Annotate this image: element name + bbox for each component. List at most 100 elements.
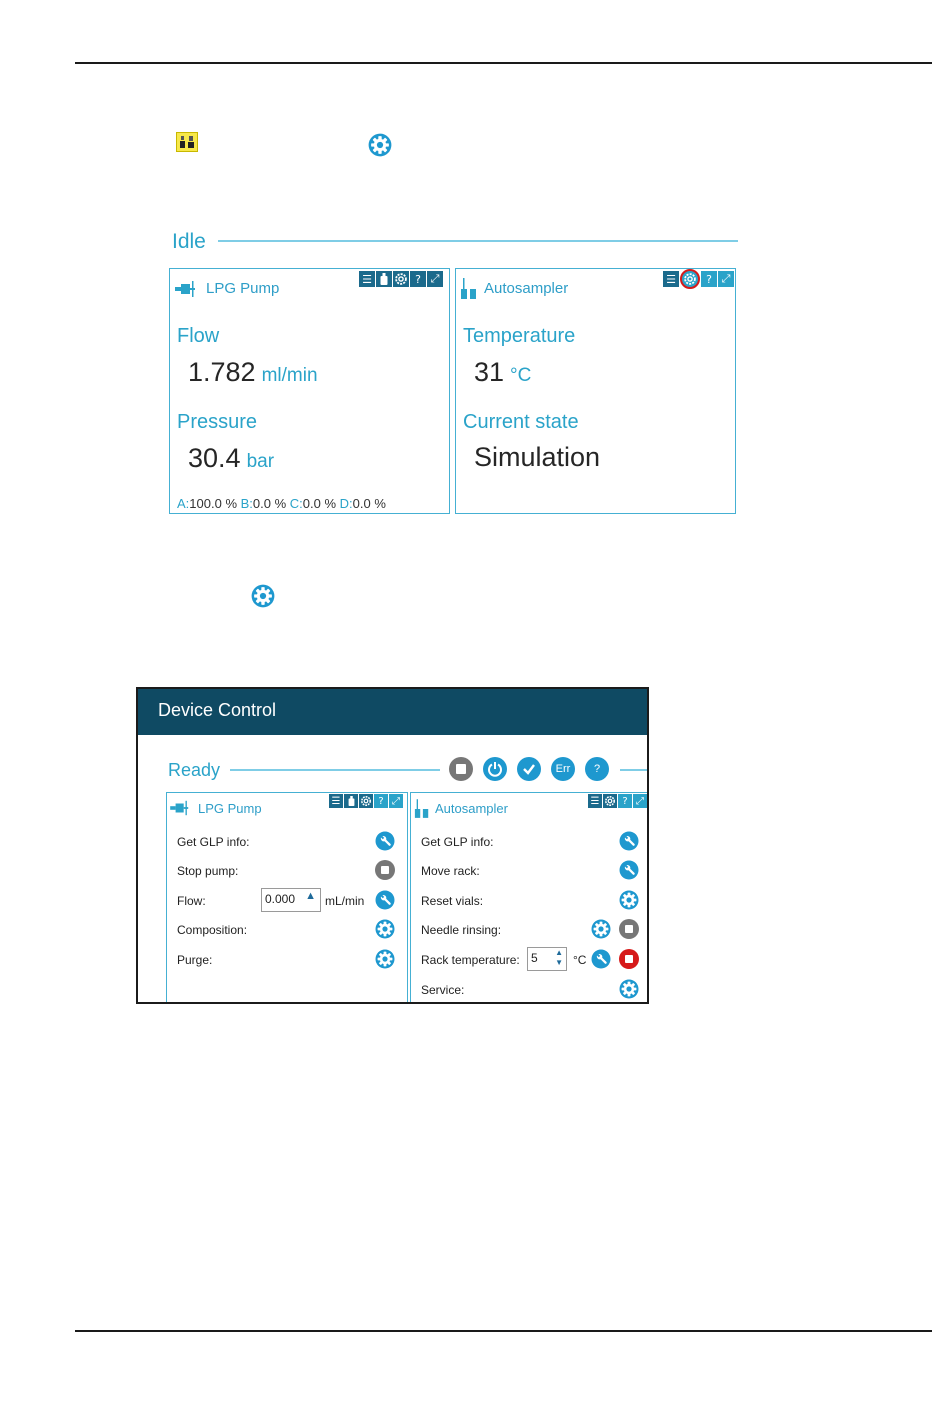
rack-temperature-set-button[interactable] <box>591 949 611 969</box>
composition-readout: A:100.0 % B:0.0 % C:0.0 % D:0.0 % <box>177 496 386 511</box>
dc-pump-title: LPG Pump <box>198 801 262 816</box>
comp-b-label: B: <box>240 496 253 511</box>
temperature-unit: °C <box>510 365 532 386</box>
dc-autosampler-toolbar: ☰ ? ⤢ <box>588 794 647 808</box>
pressure-value: 30.4 <box>188 443 241 473</box>
comp-d-value: 0.0 % <box>352 496 386 511</box>
reset-vials-gear-button[interactable] <box>619 890 639 910</box>
gear-icon[interactable] <box>393 271 409 287</box>
status-line <box>218 240 738 242</box>
flow-label: Flow <box>177 325 220 347</box>
pressure-readout: 30.4 bar <box>188 443 274 474</box>
autosampler-icon <box>414 799 430 823</box>
dc-pump-panel: LPG Pump ☰ ? ⤢ Get GLP info: Stop pump: … <box>166 792 408 1002</box>
pump-title: LPG Pump <box>206 280 280 297</box>
comp-a-label: A: <box>177 496 190 511</box>
top-rule <box>75 62 932 64</box>
chevron-up-icon[interactable]: ▲ <box>305 890 316 902</box>
menu-icon[interactable]: ☰ <box>663 271 679 287</box>
stop-pump-button[interactable] <box>375 860 395 880</box>
comp-a-value: 100.0 % <box>189 496 237 511</box>
expand-icon[interactable]: ⤢ <box>633 794 647 808</box>
menu-icon[interactable]: ☰ <box>329 794 343 808</box>
device-control-window: Device Control Ready Err ? LPG Pump ☰ ? … <box>136 687 649 1004</box>
check-button[interactable] <box>517 757 541 781</box>
error-button[interactable]: Err <box>551 757 575 781</box>
gear-icon[interactable] <box>680 269 700 289</box>
window-header: Device Control <box>138 689 647 735</box>
flow-unit-label: mL/min <box>325 894 365 908</box>
config-icon <box>176 132 198 152</box>
help-icon[interactable]: ? <box>701 271 717 287</box>
dc-pump-toolbar: ☰ ? ⤢ <box>329 794 403 808</box>
pressure-label: Pressure <box>177 411 258 433</box>
bottom-rule <box>75 1330 932 1332</box>
service-gear-button[interactable] <box>619 979 639 999</box>
needle-rinsing-stop-button[interactable] <box>619 919 639 939</box>
purge-gear-button[interactable] <box>375 949 395 969</box>
gear-icon <box>368 133 392 157</box>
pump-glp-label: Get GLP info: <box>177 835 250 849</box>
rack-temperature-label: Rack temperature: <box>421 953 520 967</box>
flow-input-value: 0.000 <box>265 892 296 906</box>
expand-icon[interactable]: ⤢ <box>389 794 403 808</box>
pump-tile[interactable]: LPG Pump ☰ ? ⤢ Flow 1.782 ml/min Pressure… <box>169 268 450 514</box>
pump-stop-label: Stop pump: <box>177 864 239 878</box>
rack-temperature-value: 5 <box>531 951 538 965</box>
help-icon[interactable]: ? <box>618 794 632 808</box>
state-value: Simulation <box>474 442 601 472</box>
rack-temperature-input[interactable]: 5 ▲ ▼ <box>527 947 567 971</box>
autosampler-toolbar: ☰ ? ⤢ <box>663 269 734 289</box>
help-button[interactable]: ? <box>585 757 609 781</box>
temperature-value: 31 <box>474 357 505 387</box>
pump-icon <box>175 279 199 303</box>
state-label: Current state <box>463 411 579 433</box>
composition-gear-button[interactable] <box>375 919 395 939</box>
spinner-icon[interactable]: ▲ ▼ <box>555 948 563 968</box>
power-button[interactable] <box>483 757 507 781</box>
stop-all-button[interactable] <box>449 757 473 781</box>
gear-icon[interactable] <box>359 794 373 808</box>
pump-composition-label: Composition: <box>177 923 248 937</box>
comp-c-label: C: <box>289 496 303 511</box>
pump-toolbar: ☰ ? ⤢ <box>359 271 443 287</box>
needle-rinsing-label: Needle rinsing: <box>421 923 502 937</box>
needle-rinsing-gear-button[interactable] <box>591 919 611 939</box>
comp-c-value: 0.0 % <box>302 496 337 511</box>
ready-status: Ready <box>168 760 221 780</box>
bottle-icon[interactable] <box>376 271 392 287</box>
reset-vials-label: Reset vials: <box>421 894 484 908</box>
temperature-readout: 31 °C <box>474 357 531 388</box>
gear-icon[interactable] <box>603 794 617 808</box>
bottle-icon[interactable] <box>344 794 358 808</box>
expand-icon[interactable]: ⤢ <box>718 271 734 287</box>
help-icon[interactable]: ? <box>374 794 388 808</box>
move-rack-label: Move rack: <box>421 864 480 878</box>
expand-icon[interactable]: ⤢ <box>427 271 443 287</box>
service-label: Service: <box>421 983 465 997</box>
flow-input[interactable]: 0.000 ▲ <box>261 888 321 912</box>
glp-info-button[interactable] <box>375 831 395 851</box>
idle-status: Idle <box>172 230 206 253</box>
help-icon[interactable]: ? <box>410 271 426 287</box>
flow-unit: ml/min <box>261 365 318 386</box>
dc-autosampler-title: Autosampler <box>435 801 508 816</box>
gear-icon <box>251 584 275 608</box>
move-rack-button[interactable] <box>619 860 639 880</box>
temperature-label: Temperature <box>463 325 576 347</box>
menu-icon[interactable]: ☰ <box>588 794 602 808</box>
comp-b-value: 0.0 % <box>252 496 287 511</box>
autosampler-tile[interactable]: Autosampler ☰ ? ⤢ Temperature 31 °C Curre… <box>455 268 736 514</box>
flow-value: 1.782 <box>188 357 256 387</box>
pressure-unit: bar <box>246 451 275 472</box>
rack-temperature-stop-button[interactable] <box>619 949 639 969</box>
menu-icon[interactable]: ☰ <box>359 271 375 287</box>
flow-readout: 1.782 ml/min <box>188 357 318 388</box>
as-glp-label: Get GLP info: <box>421 835 494 849</box>
window-title: Device Control <box>158 700 277 720</box>
rack-temperature-unit: °C <box>573 953 587 967</box>
as-glp-info-button[interactable] <box>619 831 639 851</box>
comp-d-label: D: <box>339 496 353 511</box>
set-flow-button[interactable] <box>375 890 395 910</box>
autosampler-icon <box>460 278 478 304</box>
